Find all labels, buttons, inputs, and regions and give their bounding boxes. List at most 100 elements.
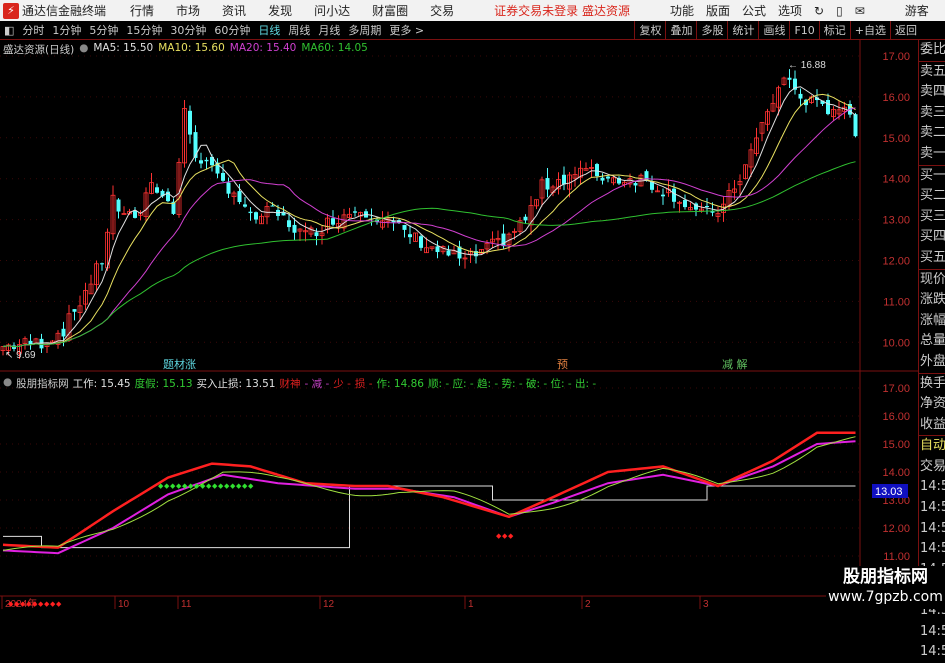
price-tick: 16.00 bbox=[882, 92, 910, 104]
side-label: 卖四 bbox=[920, 84, 945, 100]
side-label: 收益 bbox=[920, 416, 945, 432]
side-label: 自动 bbox=[919, 435, 945, 457]
candle-body bbox=[72, 309, 77, 312]
indicator-value: - 减 - bbox=[304, 378, 330, 390]
side-label: 现价 bbox=[919, 268, 945, 291]
x-tick-label: 1 bbox=[468, 599, 474, 609]
event-tag[interactable]: 预 bbox=[557, 358, 568, 371]
side-label: 净资 bbox=[920, 396, 945, 412]
candle-body bbox=[248, 211, 253, 214]
event-tag[interactable]: 题材涨 bbox=[163, 357, 196, 371]
indicator-value: 损 - bbox=[354, 378, 373, 390]
candle-body bbox=[221, 172, 225, 181]
indicator-value: 买入止损: 13.51 bbox=[196, 378, 276, 390]
candle-body bbox=[606, 176, 610, 179]
candle-body bbox=[204, 159, 209, 162]
side-label: 14:56 bbox=[920, 623, 945, 639]
candle-body bbox=[254, 212, 258, 220]
side-label: 14:56 bbox=[920, 520, 945, 536]
indicator-legend: ● 股朋指标网 工作: 15.45 度假: 15.13 买入止损: 13.51 财神 -… bbox=[3, 376, 596, 391]
side-label: 卖一 bbox=[920, 145, 945, 161]
watermark: 股朋指标网 www.7gpzb.com bbox=[826, 566, 945, 609]
candle-body bbox=[292, 224, 297, 233]
candle-body bbox=[523, 216, 528, 221]
indicator-tick: 16.00 bbox=[882, 411, 910, 423]
candle-body bbox=[853, 114, 858, 137]
side-label: 14:56 bbox=[920, 644, 945, 660]
candle-body bbox=[116, 199, 121, 212]
indicator-tick: 15.00 bbox=[882, 439, 910, 451]
side-label: 14:56 bbox=[920, 479, 945, 495]
candle-body bbox=[710, 211, 715, 213]
candle-body bbox=[331, 218, 335, 225]
x-tick-label: 3 bbox=[703, 599, 709, 609]
side-label: 买二 bbox=[920, 188, 945, 204]
price-tick: 10.00 bbox=[882, 337, 910, 349]
candle-body bbox=[193, 132, 198, 158]
indicator-value: 顺: - 应: - 趋: - 势: - 破: - 位: - 出: - bbox=[427, 378, 597, 390]
indicator-tick: 12.00 bbox=[882, 523, 910, 535]
candle-body bbox=[633, 183, 638, 186]
candle-body bbox=[314, 232, 319, 237]
side-label: 卖二 bbox=[920, 125, 945, 141]
low-label: ↖ 9.69 bbox=[5, 350, 36, 361]
price-tick: 11.00 bbox=[883, 296, 910, 308]
indicator-value: 作: 14.86 bbox=[376, 378, 424, 390]
side-label: 卖五 bbox=[919, 60, 945, 83]
side-label: 卖三 bbox=[920, 104, 945, 120]
side-label: 总量 bbox=[920, 333, 945, 349]
signal-diamond: ◆ bbox=[56, 600, 62, 608]
candle-body bbox=[287, 220, 291, 228]
ma10-line bbox=[2, 93, 856, 348]
price-tick: 12.00 bbox=[882, 256, 910, 268]
indicator-value: 财神 bbox=[279, 378, 301, 390]
price-tick: 15.00 bbox=[882, 133, 910, 145]
candle-body bbox=[435, 246, 440, 253]
candle-body bbox=[61, 328, 66, 337]
indicator-value: 工作: 15.45 bbox=[72, 378, 131, 390]
candle-body bbox=[188, 110, 192, 135]
side-label: 涨幅 bbox=[920, 312, 945, 328]
work-line bbox=[2, 431, 856, 549]
indicator-settings-icon[interactable]: ● bbox=[3, 376, 12, 391]
high-label: ← 16.88 bbox=[788, 60, 826, 71]
candle-body bbox=[661, 194, 665, 197]
side-label: 换手 bbox=[919, 372, 945, 395]
current-value: 13.03 bbox=[875, 486, 903, 498]
candle-body bbox=[595, 164, 599, 177]
candle-body bbox=[798, 93, 803, 99]
candle-body bbox=[683, 199, 687, 208]
signal-diamond: ◆ bbox=[248, 482, 254, 490]
indicator-value: 少 - bbox=[333, 378, 351, 390]
candle-body bbox=[270, 205, 275, 207]
ma60-line bbox=[2, 161, 856, 348]
event-tag[interactable]: 减 解 bbox=[722, 357, 748, 371]
side-label: 买一 bbox=[919, 164, 945, 187]
candle-body bbox=[353, 211, 357, 213]
x-tick-label: 2 bbox=[585, 599, 591, 609]
chart-canvas[interactable]: 17.00 16.00 15.00 14.00 13.00 12.00 11.00 10.00… bbox=[0, 0, 918, 609]
candle-body bbox=[155, 187, 159, 193]
candle-body bbox=[39, 338, 44, 349]
indicator-value: 度假: 15.13 bbox=[134, 378, 193, 390]
candle-body bbox=[562, 174, 566, 185]
side-label: 涨跌 bbox=[920, 292, 945, 308]
candle-body bbox=[446, 250, 451, 256]
quote-side-panel: 委比 卖五 卖四 卖三 卖二 卖一 买一 买二 买三 买四 买五 现价 涨跌 涨幅 总量 外盘 换手 净资 收益 自动… bbox=[918, 40, 945, 659]
price-tick: 14.00 bbox=[882, 174, 910, 186]
price-tick: 17.00 bbox=[882, 51, 910, 63]
indicator-name: 股朋指标网 bbox=[16, 378, 69, 390]
indicator-tick: 11.00 bbox=[883, 551, 910, 563]
watermark-url: www.7gpzb.com bbox=[828, 589, 943, 605]
side-label: 委比 bbox=[920, 42, 945, 57]
candle-body bbox=[672, 188, 676, 202]
candle-body bbox=[100, 263, 104, 265]
side-label: 14:56 bbox=[920, 500, 945, 516]
price-tick: 13.00 bbox=[882, 215, 910, 227]
ma5-line bbox=[2, 86, 856, 348]
candle-body bbox=[705, 206, 709, 208]
candle-body bbox=[237, 191, 242, 203]
side-label: 交易 bbox=[920, 458, 945, 474]
candle-body bbox=[408, 234, 412, 238]
ma20-line bbox=[2, 107, 856, 348]
